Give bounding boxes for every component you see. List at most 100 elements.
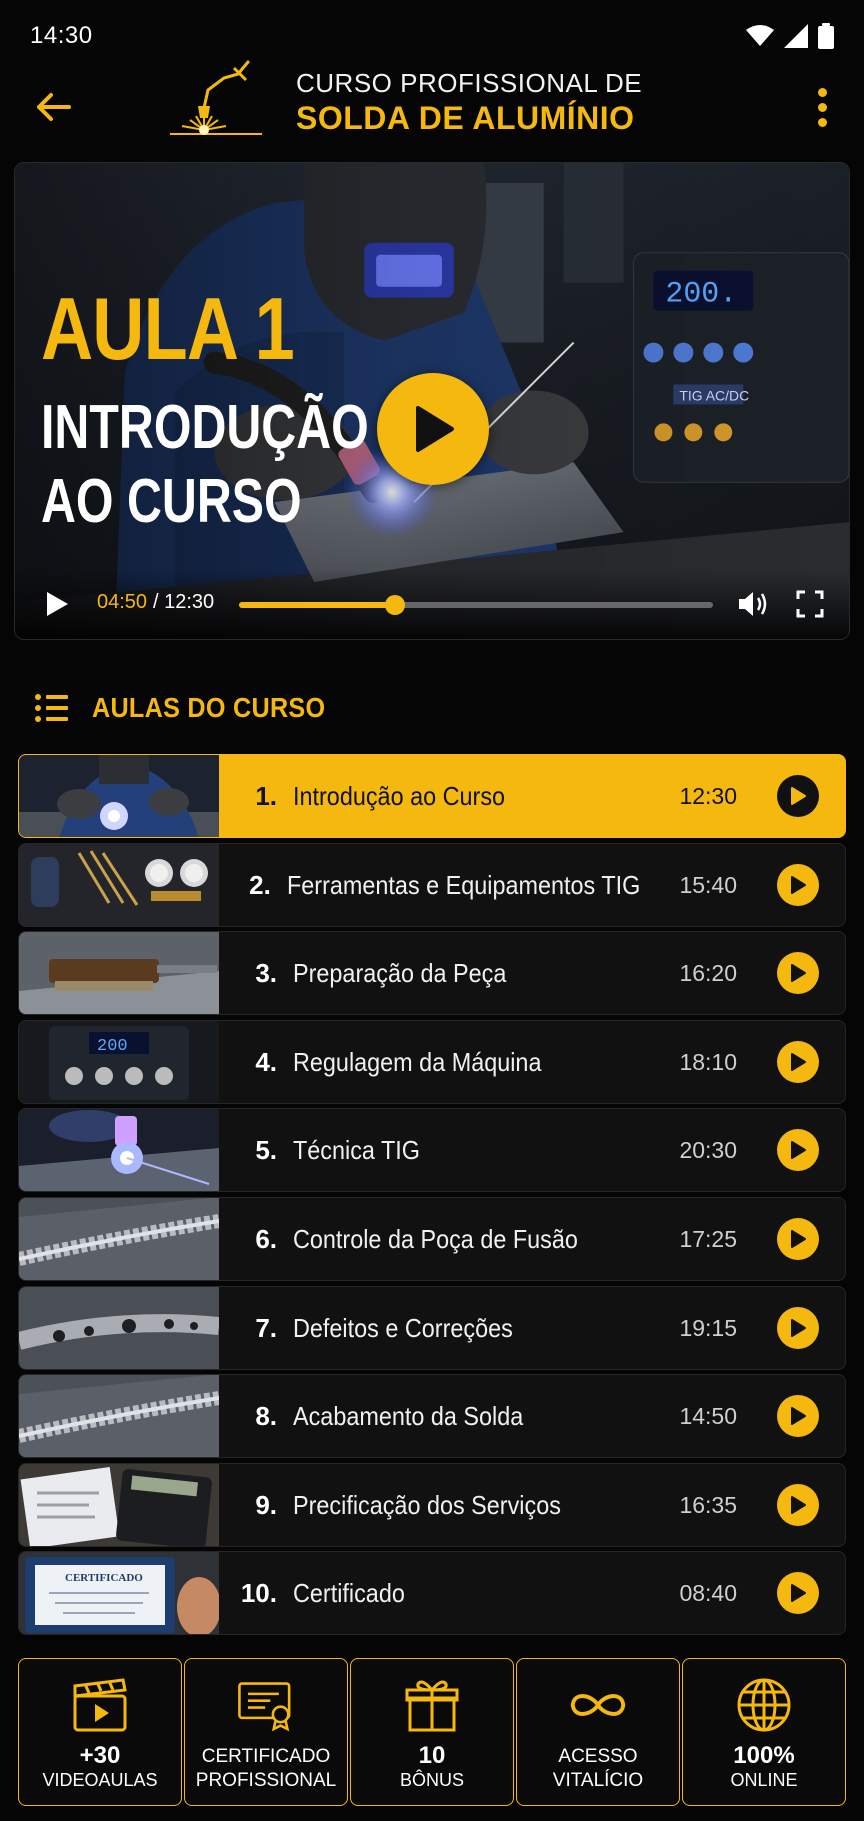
lesson-duration: 18:10	[679, 1048, 737, 1075]
back-button[interactable]	[30, 84, 76, 130]
progress-knob[interactable]	[385, 595, 406, 615]
lesson-item[interactable]: 8. Acabamento da Solda 14:50	[18, 1374, 846, 1458]
video-lesson-title: INTRODUÇÃO AO CURSO	[41, 391, 369, 539]
lesson-duration: 20:30	[679, 1136, 737, 1163]
video-play-button[interactable]	[377, 373, 489, 485]
fullscreen-icon[interactable]	[795, 589, 825, 619]
lesson-thumbnail	[19, 1464, 219, 1546]
dot-icon	[817, 102, 827, 112]
header-title-line1: CURSO PROFISSIONAL DE	[296, 68, 643, 98]
lesson-play-button[interactable]	[777, 1395, 819, 1437]
lesson-play-button[interactable]	[777, 1572, 819, 1614]
video-progress-bar[interactable]	[239, 595, 713, 615]
play-icon	[791, 876, 806, 894]
lesson-item[interactable]: 9. Precificação dos Serviços 16:35	[18, 1463, 846, 1547]
lesson-item[interactable]: 200 4. Regulagem da Máquina 18:10	[18, 1020, 846, 1104]
lesson-play-button[interactable]	[777, 864, 819, 906]
lesson-thumbnail	[19, 755, 219, 837]
wifi-icon	[746, 25, 774, 46]
lesson-item[interactable]: 3. Preparação da Peça 16:20	[18, 931, 846, 1015]
clapperboard-icon	[73, 1678, 127, 1732]
list-icon	[35, 694, 68, 722]
lesson-item[interactable]: 5. Técnica TIG 20:30	[18, 1108, 846, 1192]
lesson-title: Regulagem da Máquina	[293, 1046, 542, 1077]
feature-acesso: ACESSO VITALÍCIO	[516, 1658, 680, 1806]
lesson-item[interactable]: 6. Controle da Poça de Fusão 17:25	[18, 1197, 846, 1281]
feature-certificado: CERTIFICADO PROFISSIONAL	[184, 1658, 348, 1806]
volume-icon[interactable]	[737, 589, 769, 619]
feature-label: ONLINE	[730, 1770, 798, 1790]
lesson-title: Preparação da Peça	[293, 957, 507, 988]
feature-label: VIDEOAULAS	[42, 1770, 158, 1790]
lesson-play-button[interactable]	[777, 775, 819, 817]
lesson-number: 2.	[249, 869, 271, 900]
lesson-title: Ferramentas e Equipamentos TIG	[286, 869, 641, 900]
lesson-title: Precificação dos Serviços	[293, 1489, 561, 1520]
lesson-item[interactable]: 2. Ferramentas e Equipamentos TIG 15:40	[18, 843, 846, 927]
lesson-play-button[interactable]	[777, 1041, 819, 1083]
lesson-title: Controle da Poça de Fusão	[293, 1223, 578, 1254]
lesson-title: Técnica TIG	[293, 1134, 421, 1165]
video-lesson-number: AULA 1	[41, 279, 295, 378]
play-icon[interactable]	[41, 589, 71, 619]
play-icon	[791, 964, 806, 982]
feature-online: 100% ONLINE	[682, 1658, 846, 1806]
current-time: 04:50	[97, 591, 148, 613]
lesson-thumbnail	[19, 1287, 219, 1369]
lesson-duration: 15:40	[679, 871, 737, 898]
dot-icon	[817, 87, 827, 97]
lesson-thumbnail	[19, 1198, 219, 1280]
app-header: CURSO PROFISSIONAL DE SOLDA DE ALUMÍNIO	[0, 60, 864, 160]
video-player[interactable]: 200. TIG AC/DC AULA 1 INTRODUÇÃO AO CURS…	[14, 162, 850, 640]
dot-icon	[817, 117, 827, 127]
play-icon	[791, 1319, 806, 1337]
lesson-number: 3.	[255, 957, 277, 988]
play-icon	[791, 1584, 806, 1602]
lesson-item[interactable]: 7. Defeitos e Correções 19:15	[18, 1286, 846, 1370]
feature-label: ACESSO VITALÍCIO	[552, 1746, 644, 1791]
certificate-icon	[238, 1682, 291, 1732]
lesson-thumbnail	[19, 1375, 219, 1457]
lesson-play-button[interactable]	[777, 1307, 819, 1349]
lesson-play-button[interactable]	[777, 1129, 819, 1171]
video-controls: 04:50 / 12:30	[15, 569, 849, 639]
lesson-title: Certificado	[293, 1577, 405, 1608]
lesson-title: Acabamento da Solda	[293, 1400, 524, 1431]
features-bar: +30 VIDEOAULAS CERTIFICADO PROFISSIONAL …	[18, 1658, 846, 1806]
status-icons	[746, 23, 834, 49]
feature-value: 10	[418, 1742, 446, 1769]
svg-text:200: 200	[97, 1037, 128, 1056]
welding-torch-logo-icon	[170, 60, 262, 135]
lesson-number: 10.	[240, 1577, 277, 1608]
video-title-line2: AO CURSO	[41, 467, 302, 536]
lesson-thumbnail	[19, 1109, 219, 1191]
lesson-play-button[interactable]	[777, 952, 819, 994]
feature-bonus: 10 BÔNUS	[350, 1658, 514, 1806]
lesson-number: 6.	[255, 1223, 277, 1254]
globe-icon	[737, 1678, 791, 1732]
lesson-play-button[interactable]	[777, 1484, 819, 1526]
play-icon	[791, 1230, 806, 1248]
battery-icon	[818, 23, 834, 49]
lesson-number: 9.	[255, 1489, 277, 1520]
lesson-play-button[interactable]	[777, 1218, 819, 1260]
video-title-line1: INTRODUÇÃO	[41, 393, 369, 462]
lesson-item[interactable]: CERTIFICADO 10. Certificado 08:40	[18, 1551, 846, 1635]
lesson-item[interactable]: 1. Introdução ao Curso 12:30	[18, 754, 846, 838]
lesson-number: 1.	[255, 780, 277, 811]
feature-label: BÔNUS	[399, 1770, 464, 1790]
feature-videoaulas: +30 VIDEOAULAS	[18, 1658, 182, 1806]
more-menu-button[interactable]	[802, 82, 842, 132]
feature-value: 100%	[733, 1742, 795, 1769]
svg-text:CERTIFICADO: CERTIFICADO	[65, 1572, 143, 1584]
play-icon	[791, 787, 806, 805]
lesson-duration: 14:50	[679, 1402, 737, 1429]
play-icon	[791, 1141, 806, 1159]
lesson-title: Introdução ao Curso	[293, 780, 506, 811]
lesson-duration: 16:20	[679, 959, 737, 986]
arrow-left-icon	[37, 93, 71, 121]
play-icon	[791, 1053, 806, 1071]
play-icon	[416, 406, 454, 452]
lesson-thumbnail	[19, 844, 219, 926]
signal-icon	[784, 24, 808, 48]
